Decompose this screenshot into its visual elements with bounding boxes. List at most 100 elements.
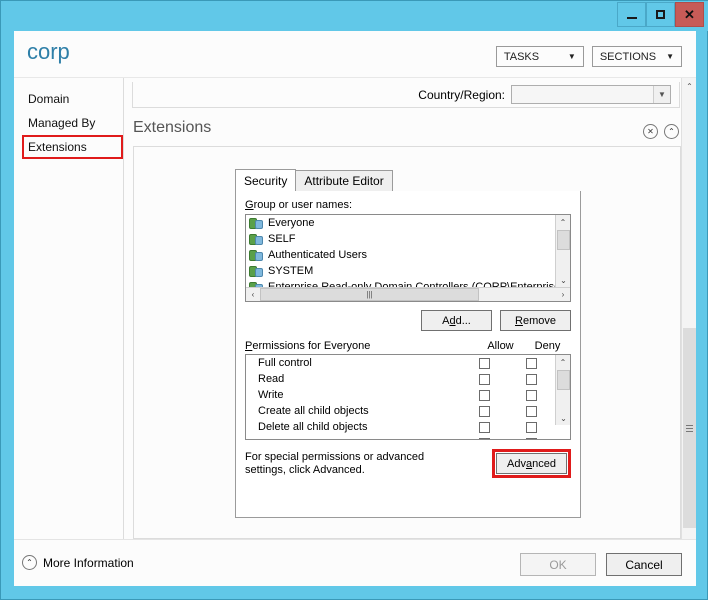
tab-strip: Security Attribute Editor — [235, 168, 581, 193]
maximize-icon — [656, 10, 665, 19]
deny-cell[interactable] — [508, 421, 555, 433]
scroll-right-icon[interactable]: › — [556, 290, 570, 299]
list-item-label: Everyone — [268, 217, 315, 229]
deny-checkbox[interactable] — [526, 373, 537, 385]
chevron-down-icon: ▼ — [653, 86, 670, 103]
scroll-down-icon[interactable]: ⌄ — [556, 411, 570, 425]
allow-cell[interactable] — [461, 373, 508, 385]
deny-checkbox[interactable] — [526, 421, 537, 433]
allow-checkbox[interactable] — [479, 389, 490, 401]
scrollbar-thumb[interactable]: ||| — [260, 288, 480, 301]
table-row[interactable] — [246, 435, 555, 439]
more-information-label: More Information — [43, 555, 134, 570]
allow-checkbox[interactable] — [479, 437, 490, 439]
group-list-label-rest: roup or user names: — [253, 199, 352, 211]
tab-security[interactable]: Security — [235, 169, 297, 193]
sidebar-item-extensions[interactable]: Extensions — [22, 135, 123, 159]
remove-button[interactable]: Remove — [500, 310, 571, 331]
deny-cell[interactable] — [508, 357, 555, 369]
content-vertical-scrollbar[interactable]: ⌃ ⌄ — [681, 78, 696, 557]
list-item[interactable]: SYSTEM — [246, 263, 555, 279]
deny-cell[interactable] — [508, 389, 555, 401]
list-item[interactable]: Authenticated Users — [246, 247, 555, 263]
title-bar: ✕ — [1, 1, 708, 31]
sections-menu-button[interactable]: SECTIONS ▼ — [591, 46, 682, 67]
content-area: Country/Region: ▼ Extensions ✕ ⌃ Securit… — [124, 78, 696, 557]
table-row[interactable]: Full control — [246, 355, 555, 371]
close-icon: ✕ — [684, 7, 695, 22]
scroll-up-icon[interactable]: ⌃ — [682, 78, 696, 94]
tab-attribute-editor[interactable]: Attribute Editor — [295, 170, 393, 192]
deny-cell[interactable] — [508, 373, 555, 385]
add-button[interactable]: Ad d... — [421, 310, 492, 331]
deny-cell[interactable] — [508, 405, 555, 417]
hscroll-track[interactable]: ||| — [260, 288, 556, 301]
permissions-listbox[interactable]: Full control Read Write Create all child… — [245, 354, 571, 440]
deny-checkbox[interactable] — [526, 437, 537, 439]
list-item-label: SELF — [268, 233, 296, 245]
scroll-left-icon[interactable]: ‹ — [246, 290, 260, 299]
deny-checkbox[interactable] — [526, 389, 537, 401]
group-actions: Ad d... Remove — [245, 310, 571, 331]
list-item[interactable]: SELF — [246, 231, 555, 247]
sidebar-item-label: Extensions — [28, 140, 87, 154]
allow-checkbox[interactable] — [479, 405, 490, 417]
collapse-section-icon[interactable]: ⌃ — [664, 124, 679, 139]
scrollbar-thumb[interactable] — [683, 328, 696, 528]
scrollbar-grip-icon — [686, 423, 693, 434]
scrollbar-thumb[interactable] — [557, 230, 570, 250]
cancel-button[interactable]: Cancel — [606, 553, 682, 576]
table-row[interactable]: Create all child objects — [246, 403, 555, 419]
tasks-menu-button[interactable]: TASKS ▼ — [495, 46, 584, 67]
sidebar-nav: Domain Managed By Extensions — [14, 78, 124, 557]
allow-checkbox[interactable] — [479, 357, 490, 369]
permissions-vertical-scrollbar[interactable]: ⌃ ⌄ — [555, 355, 570, 425]
table-row[interactable]: Read — [246, 371, 555, 387]
allow-cell[interactable] — [461, 437, 508, 439]
sidebar-item-managed-by[interactable]: Managed By — [14, 111, 123, 135]
list-item[interactable]: Enterprise Read-only Domain Controllers … — [246, 279, 555, 287]
allow-cell[interactable] — [461, 405, 508, 417]
ok-button[interactable]: OK — [520, 553, 596, 576]
permission-name: Write — [258, 389, 284, 401]
scroll-down-icon[interactable]: ⌄ — [556, 273, 570, 287]
permissions-header: Permissions for Everyone Allow Deny — [245, 340, 571, 352]
list-item[interactable]: Everyone — [246, 215, 555, 231]
deny-checkbox[interactable] — [526, 405, 537, 417]
table-row[interactable]: Delete all child objects — [246, 419, 555, 435]
group-list-horizontal-scrollbar[interactable]: ‹ ||| › — [246, 287, 570, 301]
deny-checkbox[interactable] — [526, 357, 537, 369]
highlight-box-advanced — [492, 449, 571, 478]
permission-name: Read — [258, 373, 285, 385]
maximize-button[interactable] — [646, 2, 675, 27]
close-button[interactable]: ✕ — [675, 2, 704, 27]
group-list-rows: Everyone SELF Authenticated Users SYSTEM… — [246, 215, 555, 287]
allow-checkbox[interactable] — [479, 373, 490, 385]
list-item-label: SYSTEM — [268, 265, 314, 277]
deny-cell[interactable] — [508, 437, 555, 439]
scroll-up-icon[interactable]: ⌃ — [556, 355, 570, 369]
allow-cell[interactable] — [461, 421, 508, 433]
country-region-label: Country/Region: — [418, 87, 505, 102]
allow-checkbox[interactable] — [479, 421, 490, 433]
window-controls: ✕ — [617, 2, 704, 27]
group-icon — [249, 264, 264, 278]
section-icon-group: ✕ ⌃ — [643, 124, 679, 139]
more-information-toggle[interactable]: ⌃ More Information — [22, 555, 134, 570]
allow-cell[interactable] — [461, 389, 508, 401]
group-list-vertical-scrollbar[interactable]: ⌃ ⌄ — [555, 215, 570, 287]
scrollbar-thumb[interactable] — [557, 370, 570, 390]
minimize-button[interactable] — [617, 2, 646, 27]
sidebar-item-domain[interactable]: Domain — [14, 87, 123, 111]
allow-cell[interactable] — [461, 357, 508, 369]
group-icon — [249, 216, 264, 230]
group-icon — [249, 248, 264, 262]
close-section-icon[interactable]: ✕ — [643, 124, 658, 139]
dialog-panel: corp TASKS ▼ SECTIONS ▼ Domain Managed B… — [14, 31, 696, 586]
country-region-combobox[interactable]: ▼ — [511, 85, 671, 104]
scroll-up-icon[interactable]: ⌃ — [556, 215, 570, 229]
group-user-listbox[interactable]: Everyone SELF Authenticated Users SYSTEM… — [245, 214, 571, 302]
table-row[interactable]: Write — [246, 387, 555, 403]
tab-label: Security — [244, 174, 288, 188]
column-header-deny: Deny — [534, 340, 561, 352]
